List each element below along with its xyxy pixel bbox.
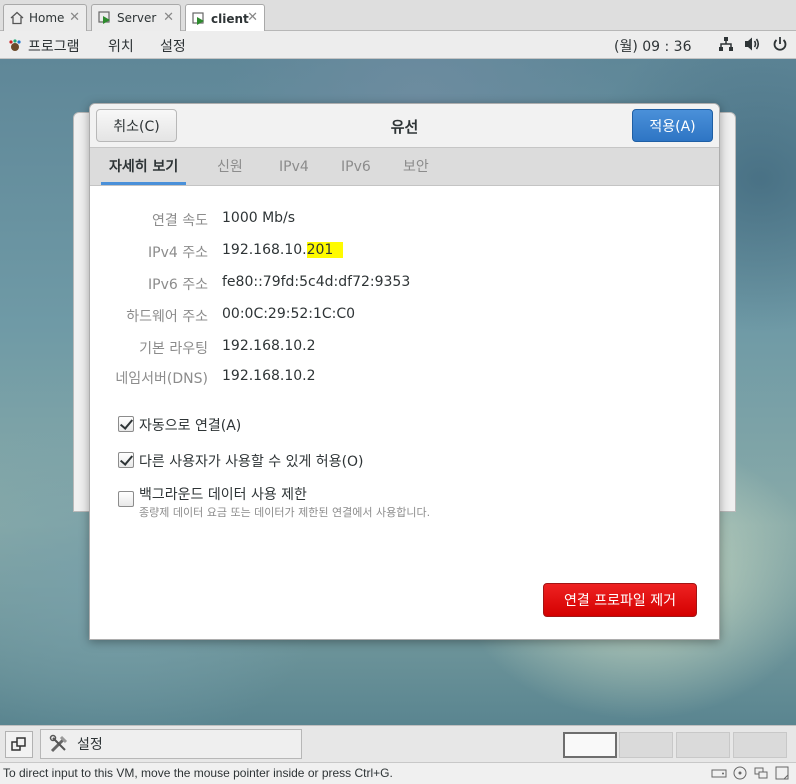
status-text: To direct input to this VM, move the mou… <box>3 766 393 780</box>
cd-icon[interactable] <box>732 766 748 780</box>
detail-value: 192.168.10.2 <box>222 338 316 354</box>
detail-dns: 네임서버(DNS) 192.168.10.2 <box>90 368 719 390</box>
tab-ipv4[interactable]: IPv4 <box>271 148 317 185</box>
vm-tab-strip: Home ✕ Server ✕ client ✕ <box>0 0 796 32</box>
vm-tab-label: client <box>211 11 249 26</box>
vm-tab-home[interactable]: Home ✕ <box>3 4 87 31</box>
apply-button[interactable]: 적용(A) <box>632 109 713 142</box>
dialog-header: 취소(C) 유선 적용(A) <box>90 104 719 148</box>
ipv4-prefix: 192.168.10. <box>222 242 307 258</box>
taskbar-window-label: 설정 <box>77 737 103 753</box>
workspace-4[interactable] <box>733 732 787 758</box>
wired-connection-dialog: 취소(C) 유선 적용(A) 자세히 보기 신원 IPv4 IPv6 보안 연결… <box>89 103 720 640</box>
menu-applications-label: 프로그램 <box>28 39 80 55</box>
bottom-taskbar: 설정 <box>0 725 796 762</box>
device-icons <box>711 766 790 780</box>
menu-applications[interactable]: 프로그램 <box>8 36 80 56</box>
detail-ipv4-address: IPv4 주소 192.168.10.201 <box>90 242 719 264</box>
detail-value: 192.168.10.2 <box>222 368 316 384</box>
gnome-top-bar: 프로그램 위치 설정 (월) 09 : 36 <box>0 31 796 59</box>
allow-others-checkbox[interactable] <box>118 452 134 468</box>
restrict-background-checkbox[interactable] <box>118 491 134 507</box>
dialog-tabs: 자세히 보기 신원 IPv4 IPv6 보안 <box>90 148 719 186</box>
gnome-foot-icon <box>9 39 21 51</box>
detail-hardware-address: 하드웨어 주소 00:0C:29:52:1C:C0 <box>90 306 719 328</box>
detail-label: 기본 라우팅 <box>139 341 208 357</box>
home-icon <box>10 11 24 25</box>
show-desktop-button[interactable] <box>5 731 33 758</box>
checkbox-text: 백그라운드 데이터 사용 제한 종량제 데이터 요금 또는 데이터가 제한된 연… <box>139 484 430 520</box>
tab-ipv6[interactable]: IPv6 <box>333 148 379 185</box>
detail-value: 00:0C:29:52:1C:C0 <box>222 306 356 322</box>
system-tray[interactable] <box>718 36 788 52</box>
vm-tab-label: Home <box>29 11 65 25</box>
clock[interactable]: (월) 09 : 36 <box>614 36 692 56</box>
auto-connect-checkbox[interactable] <box>118 416 134 432</box>
detail-label: 연결 속도 <box>152 213 208 229</box>
taskbar-window-settings[interactable]: 설정 <box>40 729 302 759</box>
auto-connect-checkbox-row[interactable]: 자동으로 연결(A) <box>118 415 241 435</box>
vm-tab-client[interactable]: client ✕ <box>185 4 265 32</box>
close-icon[interactable]: ✕ <box>247 10 258 25</box>
detail-label: 하드웨어 주소 <box>126 309 208 325</box>
show-desktop-icon <box>11 737 26 751</box>
detail-value: 192.168.10.201 <box>222 242 344 258</box>
tab-details[interactable]: 자세히 보기 <box>101 148 187 185</box>
workspace-2[interactable] <box>619 732 673 758</box>
detail-label: IPv4 주소 <box>148 245 208 261</box>
checkbox-label: 다른 사용자가 사용할 수 있게 허용(O) <box>139 454 364 470</box>
dialog-title: 유선 <box>390 118 419 136</box>
restrict-background-checkbox-row[interactable]: 백그라운드 데이터 사용 제한 종량제 데이터 요금 또는 데이터가 제한된 연… <box>118 484 430 520</box>
vm-tab-server[interactable]: Server ✕ <box>91 4 181 31</box>
tab-security[interactable]: 보안 <box>395 148 437 185</box>
checkbox-label: 백그라운드 데이터 사용 제한 <box>139 487 307 503</box>
ipv4-highlighted-octet: 201 <box>306 242 344 258</box>
network-icon <box>719 37 733 51</box>
hard-disk-icon[interactable] <box>711 766 727 780</box>
menu-settings[interactable]: 설정 <box>160 36 186 56</box>
volume-icon <box>745 37 760 51</box>
checkbox-label: 자동으로 연결(A) <box>139 418 242 434</box>
tools-icon <box>49 734 68 753</box>
workspace-3[interactable] <box>676 732 730 758</box>
tab-identity[interactable]: 신원 <box>209 148 251 185</box>
workspace-1[interactable] <box>563 732 617 758</box>
detail-label: 네임서버(DNS) <box>115 371 208 387</box>
detail-label: IPv6 주소 <box>148 277 208 293</box>
vm-tab-label: Server <box>117 11 157 25</box>
network-adapter-icon[interactable] <box>753 766 769 780</box>
vmware-status-bar: To direct input to this VM, move the mou… <box>0 762 796 784</box>
checkbox-sublabel: 종량제 데이터 요금 또는 데이터가 제한된 연결에서 사용합니다. <box>139 506 431 519</box>
detail-link-speed: 연결 속도 1000 Mb/s <box>90 210 719 232</box>
detail-ipv6-address: IPv6 주소 fe80::79fd:5c4d:df72:9353 <box>90 274 719 296</box>
vm-icon <box>98 11 110 24</box>
vm-icon <box>192 11 204 25</box>
detail-value: 1000 Mb/s <box>222 210 296 226</box>
detail-default-route: 기본 라우팅 192.168.10.2 <box>90 338 719 360</box>
allow-others-checkbox-row[interactable]: 다른 사용자가 사용할 수 있게 허용(O) <box>118 451 364 471</box>
close-icon[interactable]: ✕ <box>163 10 174 25</box>
power-icon <box>773 37 787 51</box>
close-icon[interactable]: ✕ <box>69 10 80 25</box>
detail-value: fe80::79fd:5c4d:df72:9353 <box>222 274 411 290</box>
menu-places[interactable]: 위치 <box>108 36 134 56</box>
remove-profile-button[interactable]: 연결 프로파일 제거 <box>543 583 697 617</box>
message-icon[interactable] <box>774 766 790 780</box>
